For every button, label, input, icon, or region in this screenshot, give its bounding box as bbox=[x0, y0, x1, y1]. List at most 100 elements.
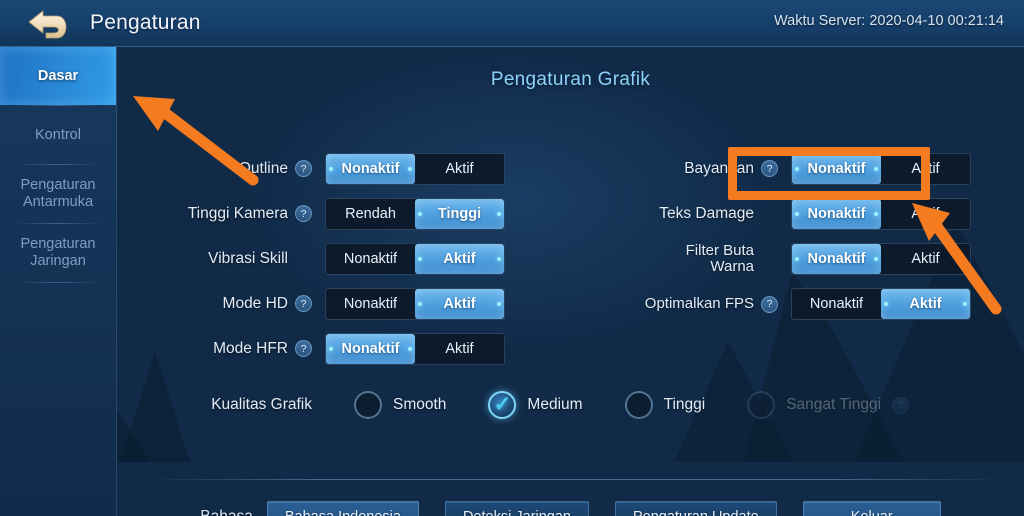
top-bar: Pengaturan Waktu Server: 2020-04-10 00:2… bbox=[0, 0, 1024, 47]
radio-icon: ✓ bbox=[747, 391, 776, 419]
setting-row-teks-damage: Teks Damage ? Nonaktif Aktif bbox=[583, 198, 971, 230]
toggle-outline[interactable]: Nonaktif Aktif bbox=[325, 153, 505, 185]
setting-label-wrap: Bayangan ? bbox=[583, 160, 778, 178]
quality-option-medium[interactable]: ✓ Medium bbox=[488, 391, 583, 419]
setting-row-tinggi-kamera: Tinggi Kamera ? Rendah Tinggi bbox=[117, 198, 505, 230]
setting-label-wrap: Optimalkan FPS ? bbox=[583, 294, 778, 313]
graphic-quality-label: Kualitas Grafik bbox=[211, 396, 312, 413]
setting-label-wrap: Mode HD ? bbox=[117, 295, 312, 313]
toggle-option-on[interactable]: Aktif bbox=[415, 289, 504, 319]
toggle-option-on[interactable]: Aktif bbox=[881, 154, 970, 184]
setting-row-outline: Outline ? Nonaktif Aktif bbox=[117, 153, 505, 185]
radio-icon: ✓ bbox=[354, 391, 382, 419]
sidebar-item-label: Pengaturan Jaringan bbox=[20, 236, 96, 269]
sidebar-item-label: Pengaturan Antarmuka bbox=[20, 177, 96, 210]
toggle-option-off[interactable]: Nonaktif bbox=[326, 154, 415, 184]
toggle-option-off[interactable]: Nonaktif bbox=[792, 244, 881, 274]
setting-row-filter-buta-warna: Filter Buta Warna ? Nonaktif Aktif bbox=[583, 241, 971, 276]
language-label: Bahasa bbox=[200, 508, 253, 516]
sidebar-item-label: Kontrol bbox=[35, 126, 81, 143]
setting-label-wrap: Tinggi Kamera ? bbox=[117, 205, 312, 223]
setting-label: Filter Buta Warna bbox=[685, 241, 754, 275]
toggle-option-off[interactable]: Nonaktif bbox=[792, 289, 881, 319]
sidebar-item-dasar[interactable]: Dasar bbox=[0, 47, 116, 105]
toggle-mode-hfr[interactable]: Nonaktif Aktif bbox=[325, 333, 505, 365]
quality-option-tinggi[interactable]: ✓ Tinggi bbox=[624, 391, 706, 419]
page-title: Pengaturan bbox=[90, 11, 201, 34]
setting-label: Vibrasi Skill bbox=[208, 250, 288, 268]
exit-button[interactable]: Keluar bbox=[802, 501, 941, 516]
toggle-option-on[interactable]: Aktif bbox=[415, 154, 504, 184]
help-icon[interactable]: ? bbox=[295, 340, 312, 358]
network-detect-button[interactable]: Deteksi Jaringan bbox=[444, 501, 589, 516]
toggle-option-low[interactable]: Rendah bbox=[326, 199, 415, 229]
setting-label: Tinggi Kamera bbox=[187, 205, 288, 223]
setting-label-wrap: Outline ? bbox=[117, 160, 312, 178]
toggle-bayangan[interactable]: Nonaktif Aktif bbox=[791, 153, 971, 185]
setting-row-mode-hd: Mode HD ? Nonaktif Aktif bbox=[117, 288, 505, 320]
toggle-tinggi-kamera[interactable]: Rendah Tinggi bbox=[325, 198, 505, 230]
toggle-option-off[interactable]: Nonaktif bbox=[792, 154, 881, 184]
help-icon[interactable]: ? bbox=[295, 295, 312, 313]
help-icon[interactable]: ? bbox=[295, 160, 312, 178]
radio-icon: ✓ bbox=[624, 391, 653, 419]
panel-title: Pengaturan Grafik bbox=[490, 69, 651, 90]
quality-option-sangat-tinggi: ✓ Sangat Tinggi ? bbox=[747, 391, 910, 419]
setting-label-wrap: Filter Buta Warna ? bbox=[583, 241, 778, 276]
setting-label: Outline bbox=[238, 160, 288, 178]
toggle-option-on[interactable]: Aktif bbox=[881, 244, 970, 274]
sidebar-item-pengaturan-antarmuka[interactable]: Pengaturan Antarmuka bbox=[0, 165, 116, 223]
settings-panel: Pengaturan Grafik Outline ? Nonaktif Akt… bbox=[117, 47, 1024, 516]
toggle-option-on[interactable]: Aktif bbox=[415, 244, 504, 274]
quality-option-label: Smooth bbox=[393, 396, 447, 413]
server-time: Waktu Server: 2020-04-10 00:21:14 bbox=[774, 13, 1004, 29]
graphic-quality-row: Kualitas Grafik ✓ Smooth ✓ Medium ✓ Ting… bbox=[117, 377, 1024, 433]
setting-label-wrap: Vibrasi Skill ? bbox=[117, 250, 312, 267]
toggle-option-off[interactable]: Nonaktif bbox=[792, 199, 881, 229]
sidebar-item-label: Dasar bbox=[37, 67, 79, 84]
toggle-mode-hd[interactable]: Nonaktif Aktif bbox=[325, 288, 505, 320]
toggle-option-high[interactable]: Tinggi bbox=[415, 199, 504, 229]
sidebar-divider bbox=[14, 282, 102, 283]
toggle-vibrasi-skill[interactable]: Nonaktif Aktif bbox=[325, 243, 505, 275]
toggle-option-off[interactable]: Nonaktif bbox=[326, 289, 415, 319]
setting-row-bayangan: Bayangan ? Nonaktif Aktif bbox=[583, 153, 971, 185]
quality-option-label: Sangat Tinggi bbox=[786, 396, 882, 413]
language-button[interactable]: Bahasa Indonesia bbox=[266, 501, 419, 516]
setting-label: Teks Damage bbox=[659, 205, 754, 223]
toggle-option-on[interactable]: Aktif bbox=[881, 199, 970, 229]
setting-row-optimalkan-fps: Optimalkan FPS ? Nonaktif Aktif bbox=[583, 288, 971, 320]
setting-row-mode-hfr: Mode HFR ? Nonaktif Aktif bbox=[117, 333, 505, 365]
help-icon[interactable]: ? bbox=[295, 205, 312, 223]
help-icon[interactable]: ? bbox=[761, 295, 778, 313]
setting-label-wrap: Mode HFR ? bbox=[117, 340, 312, 358]
back-arrow-icon bbox=[28, 10, 67, 39]
setting-row-vibrasi-skill: Vibrasi Skill ? Nonaktif Aktif bbox=[117, 243, 505, 275]
setting-label-wrap: Teks Damage ? bbox=[583, 205, 778, 222]
toggle-option-off[interactable]: Nonaktif bbox=[326, 334, 415, 364]
sidebar-item-pengaturan-jaringan[interactable]: Pengaturan Jaringan bbox=[0, 224, 116, 282]
help-icon: ? bbox=[892, 396, 910, 414]
setting-label: Mode HD bbox=[222, 295, 288, 313]
setting-label: Mode HFR bbox=[213, 340, 288, 358]
update-settings-button[interactable]: Pengaturan Update bbox=[614, 501, 777, 516]
setting-label: Optimalkan FPS bbox=[644, 294, 754, 312]
settings-screen: Pengaturan Waktu Server: 2020-04-10 00:2… bbox=[0, 0, 1024, 516]
back-button[interactable] bbox=[22, 4, 80, 42]
toggle-optimalkan-fps[interactable]: Nonaktif Aktif bbox=[791, 288, 971, 320]
sidebar-item-kontrol[interactable]: Kontrol bbox=[0, 106, 116, 164]
setting-label: Bayangan bbox=[684, 160, 754, 178]
help-icon[interactable]: ? bbox=[761, 160, 778, 178]
toggle-filter-buta-warna[interactable]: Nonaktif Aktif bbox=[791, 243, 971, 275]
quality-option-label: Medium bbox=[527, 396, 583, 413]
toggle-option-on[interactable]: Aktif bbox=[881, 289, 970, 319]
footer-bar: Bahasa Bahasa Indonesia Deteksi Jaringan… bbox=[117, 489, 1024, 516]
toggle-option-on[interactable]: Aktif bbox=[415, 334, 504, 364]
footer-divider bbox=[147, 479, 1007, 480]
quality-option-label: Tinggi bbox=[663, 396, 706, 413]
toggle-option-off[interactable]: Nonaktif bbox=[326, 244, 415, 274]
sidebar: Dasar Kontrol Pengaturan Antarmuka Penga… bbox=[0, 47, 117, 516]
quality-option-smooth[interactable]: ✓ Smooth bbox=[354, 391, 446, 419]
radio-checked-icon: ✓ bbox=[488, 391, 517, 419]
toggle-teks-damage[interactable]: Nonaktif Aktif bbox=[791, 198, 971, 230]
